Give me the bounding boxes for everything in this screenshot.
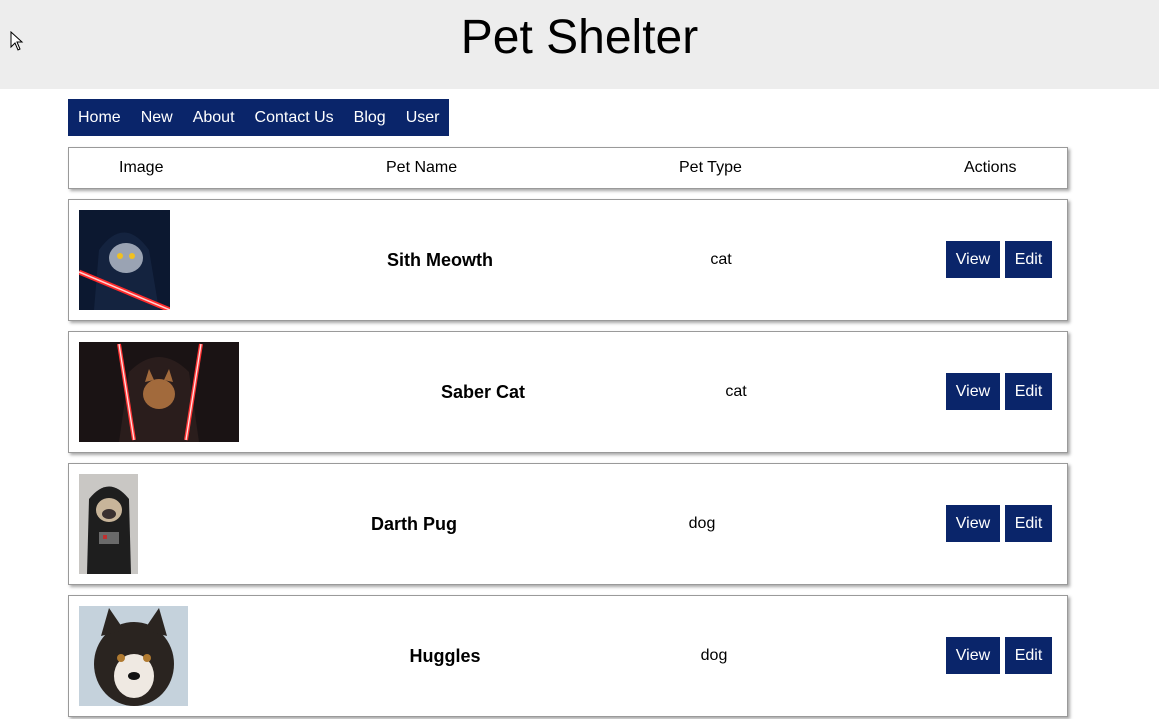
nav-blog[interactable]: Blog xyxy=(354,99,386,136)
pet-row: Darth Pug dog View Edit xyxy=(68,463,1068,585)
pet-image xyxy=(79,342,239,442)
edit-button[interactable]: Edit xyxy=(1005,241,1052,278)
pet-image xyxy=(79,210,170,310)
pet-image xyxy=(79,474,138,574)
page-header: Pet Shelter xyxy=(0,0,1159,89)
pet-name: Darth Pug xyxy=(370,514,458,534)
table-header: Image Pet Name Pet Type Actions xyxy=(68,147,1068,189)
pet-row: Huggles dog View Edit xyxy=(68,595,1068,717)
nav-home[interactable]: Home xyxy=(78,99,121,136)
nav-user[interactable]: User xyxy=(406,99,440,136)
pet-type: cat xyxy=(710,251,732,268)
edit-button[interactable]: Edit xyxy=(1005,373,1052,410)
pet-type: dog xyxy=(700,647,728,664)
pet-name: Huggles xyxy=(409,646,481,666)
pet-row: Sith Meowth cat View Edit xyxy=(68,199,1068,321)
pet-name: Sith Meowth xyxy=(387,250,493,270)
column-header-pet-name: Pet Name xyxy=(386,159,458,176)
pet-image xyxy=(79,606,188,706)
column-header-pet-type: Pet Type xyxy=(679,159,742,176)
column-header-actions: Actions xyxy=(964,159,1017,176)
pet-type: cat xyxy=(725,383,747,400)
view-button[interactable]: View xyxy=(946,637,1000,674)
pet-row: Saber Cat cat View Edit xyxy=(68,331,1068,453)
column-header-image: Image xyxy=(119,159,164,176)
pet-type: dog xyxy=(688,515,716,532)
nav-about[interactable]: About xyxy=(193,99,235,136)
view-button[interactable]: View xyxy=(946,505,1000,542)
main-nav: Home New About Contact Us Blog User xyxy=(68,99,450,136)
nav-contact-us[interactable]: Contact Us xyxy=(255,99,334,136)
view-button[interactable]: View xyxy=(946,373,1000,410)
pet-name: Saber Cat xyxy=(440,382,526,402)
page-title: Pet Shelter xyxy=(460,11,699,64)
edit-button[interactable]: Edit xyxy=(1005,637,1052,674)
view-button[interactable]: View xyxy=(946,241,1000,278)
edit-button[interactable]: Edit xyxy=(1005,505,1052,542)
nav-new[interactable]: New xyxy=(141,99,173,136)
